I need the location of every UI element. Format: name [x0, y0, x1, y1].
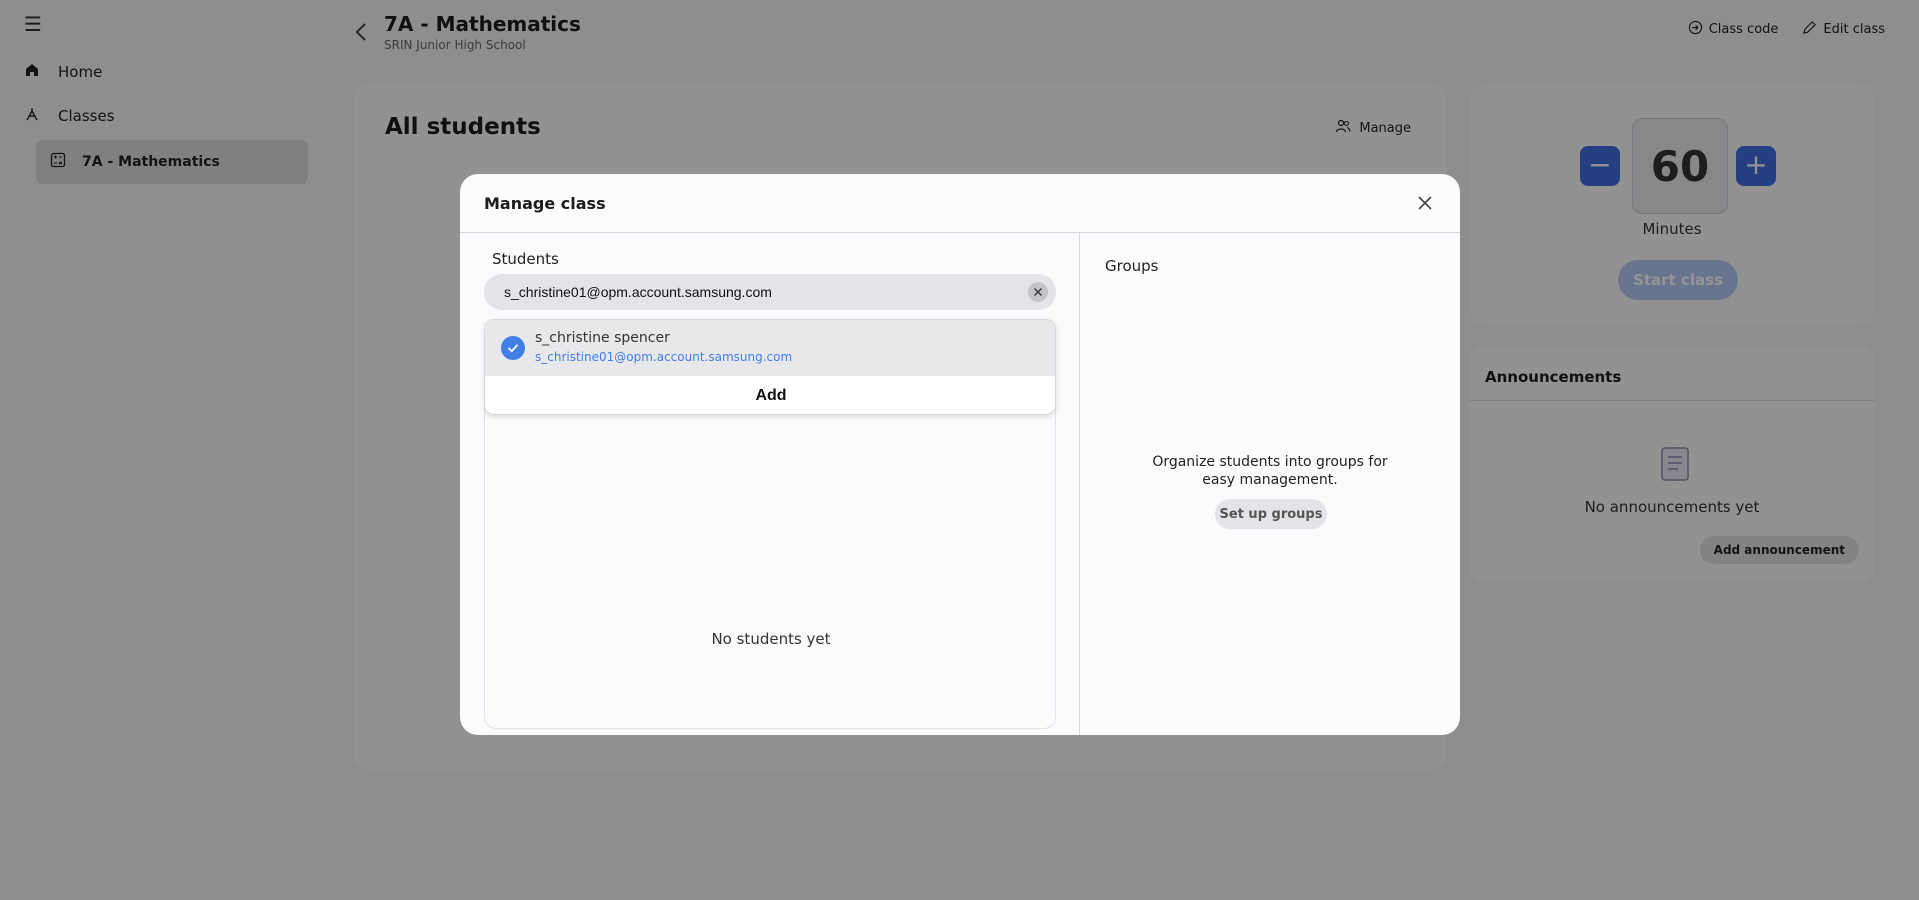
dialog-header: Manage class: [460, 174, 1460, 233]
groups-pane: Groups Organize students into groups for…: [1081, 233, 1460, 735]
suggestion-name: s_christine spencer: [535, 330, 670, 346]
close-icon[interactable]: [1414, 192, 1436, 214]
checkmark-icon[interactable]: [501, 336, 525, 360]
suggestion-item[interactable]: s_christine spencer s_christine01@opm.ac…: [485, 320, 1055, 376]
groups-label: Groups: [1105, 257, 1159, 275]
set-up-groups-button[interactable]: Set up groups: [1215, 499, 1327, 529]
students-label: Students: [492, 250, 559, 268]
add-button[interactable]: Add: [485, 376, 1055, 414]
suggestion-email: s_christine01@opm.account.samsung.com: [535, 350, 793, 364]
groups-description: Organize students into groups for easy m…: [1152, 454, 1388, 488]
student-search-input[interactable]: [504, 274, 1004, 310]
no-students-text: No students yet: [711, 630, 831, 648]
students-pane: Students No students yet s_christine spe…: [460, 233, 1080, 735]
search-suggestions: s_christine spencer s_christine01@opm.ac…: [484, 319, 1056, 415]
student-search: [484, 274, 1056, 310]
clear-search-icon[interactable]: [1028, 282, 1048, 302]
manage-class-dialog: Manage class Students No students yet s_…: [460, 174, 1460, 735]
dialog-title: Manage class: [484, 194, 606, 213]
